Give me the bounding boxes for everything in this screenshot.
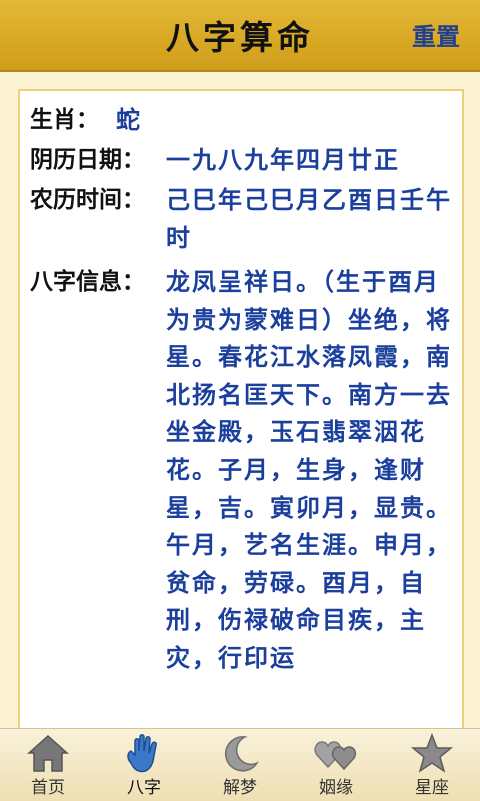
hearts-icon [314, 741, 357, 771]
tab-home-label: 首页 [31, 778, 65, 798]
moon-icon [224, 736, 260, 772]
lunar-time-value: 己巳年己巳月乙酉日壬午时 [166, 185, 452, 252]
lunar-time-label: 农历时间： [30, 187, 145, 213]
tab-bazi-label: 八字 [127, 778, 161, 798]
bazi-label: 八字信息： [30, 269, 145, 295]
zodiac-value: 蛇 [116, 105, 142, 134]
lunar-date-row: 阴历日期： 一九八九年四月廿正 [30, 141, 456, 181]
tab-dream-label: 解梦 [223, 778, 257, 798]
hand-icon [127, 734, 157, 773]
result-panel: 生肖： 蛇 阴历日期： 一九八九年四月廿正 农历时间： 己巳年己巳月乙酉日壬午时… [18, 89, 464, 749]
tab-marriage[interactable]: 姻缘 [288, 729, 384, 801]
lunar-date-label: 阴历日期： [30, 147, 145, 173]
tab-horoscope[interactable]: 星座 [384, 729, 480, 801]
lunar-time-row: 农历时间： 己巳年己巳月乙酉日壬午时 [30, 181, 456, 261]
title-bar: 八字算命 重置 [0, 0, 480, 72]
lunar-date-value: 一九八九年四月廿正 [166, 145, 400, 174]
zodiac-label: 生肖： [30, 107, 99, 133]
bazi-value: 龙凤呈祥日。（生于酉月为贵为蒙难日）坐绝，将星。春花江水落凤霞，南北扬名匡天下。… [166, 267, 452, 672]
bazi-row: 八字信息： 龙凤呈祥日。（生于酉月为贵为蒙难日）坐绝，将星。春花江水落凤霞，南北… [30, 263, 456, 743]
tab-home[interactable]: 首页 [0, 729, 96, 801]
home-icon [27, 734, 69, 772]
zodiac-row: 生肖： 蛇 [30, 101, 456, 141]
page-title: 八字算命 [166, 18, 314, 57]
tab-marriage-label: 姻缘 [319, 778, 353, 798]
tab-dream[interactable]: 解梦 [192, 729, 288, 801]
tab-horoscope-label: 星座 [415, 778, 449, 798]
star-icon [410, 733, 454, 773]
reset-button[interactable]: 重置 [412, 14, 460, 54]
tab-bazi[interactable]: 八字 [96, 729, 192, 801]
bottom-tab-bar: 首页 八字 解梦 姻缘 星座 [0, 728, 480, 801]
